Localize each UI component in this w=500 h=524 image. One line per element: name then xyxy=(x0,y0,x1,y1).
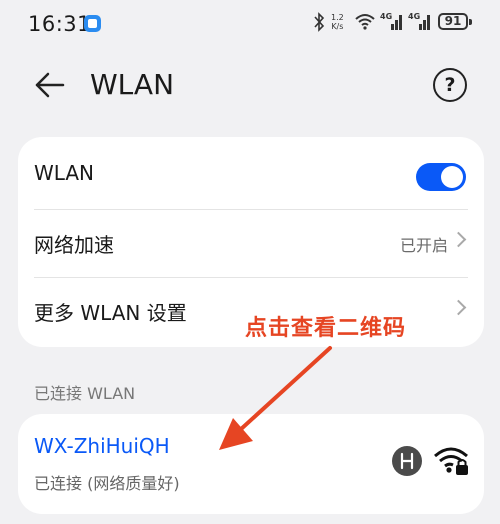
annotation-arrow xyxy=(219,346,332,450)
